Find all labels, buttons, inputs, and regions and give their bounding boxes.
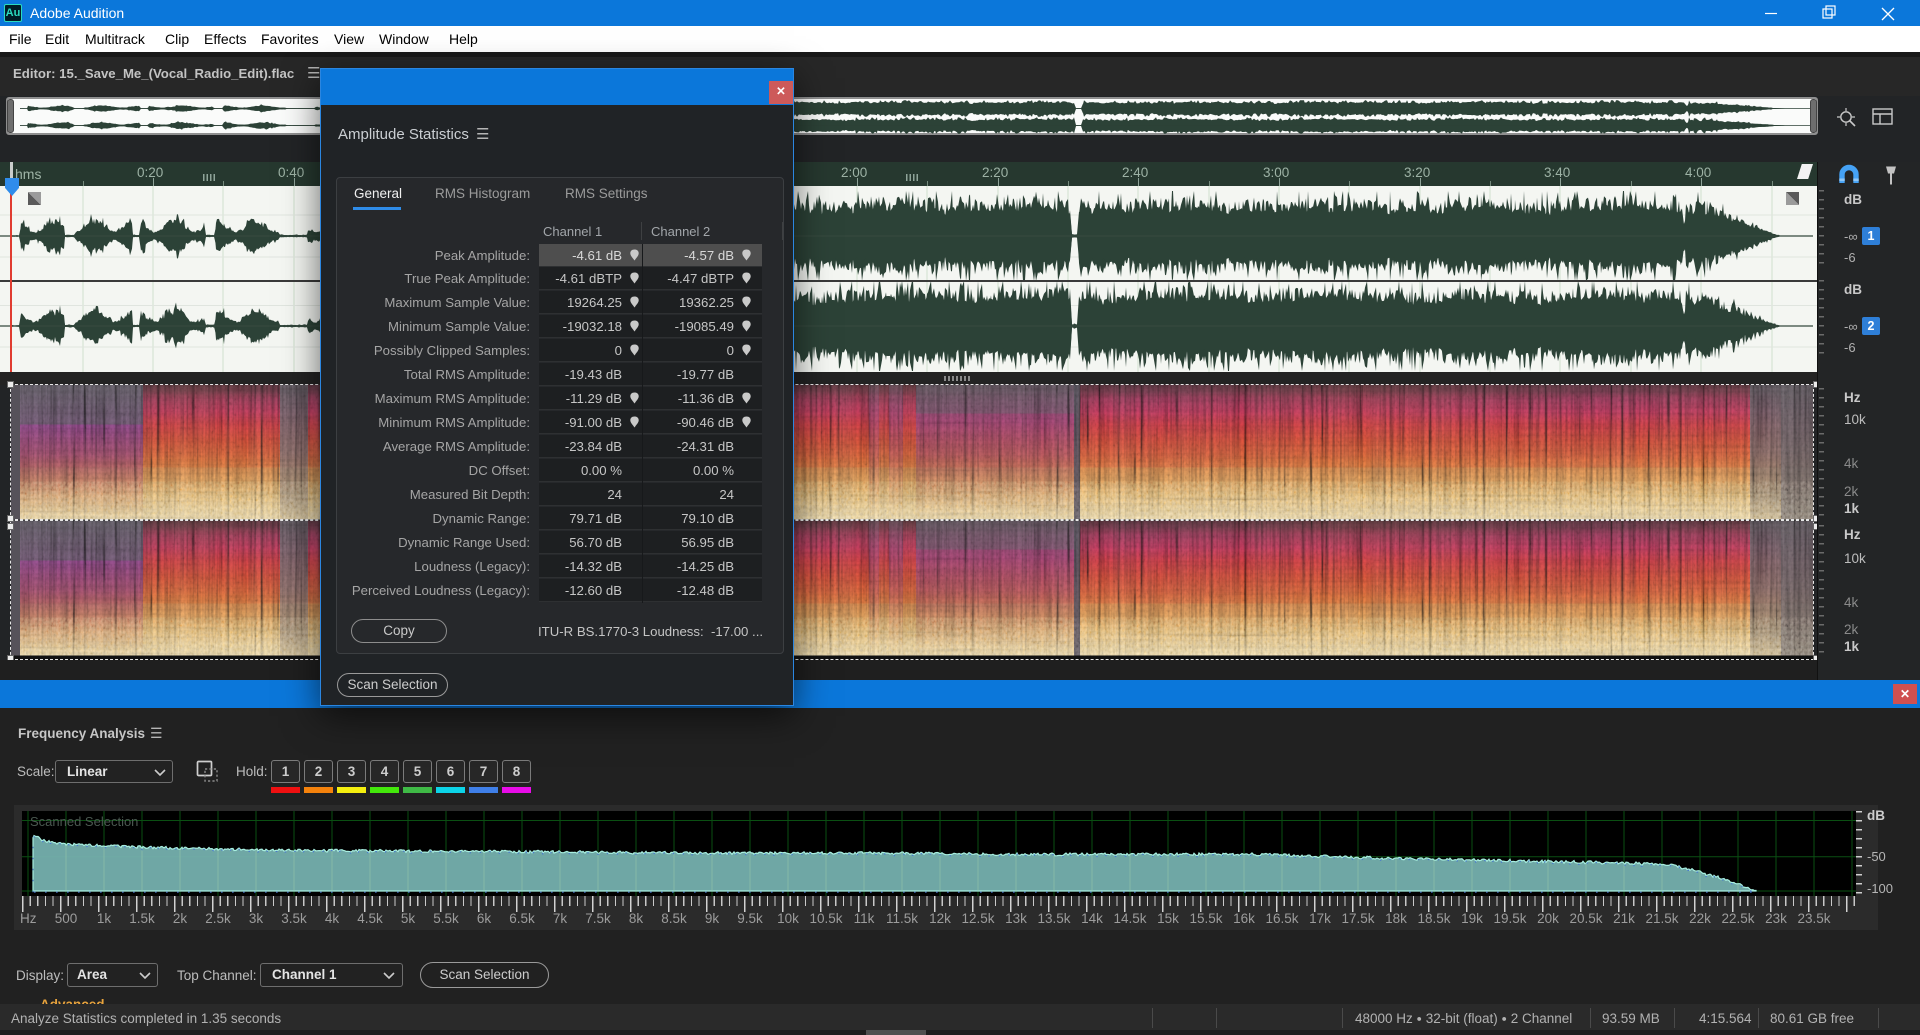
svg-text:Scanned Selection: Scanned Selection <box>30 814 138 829</box>
